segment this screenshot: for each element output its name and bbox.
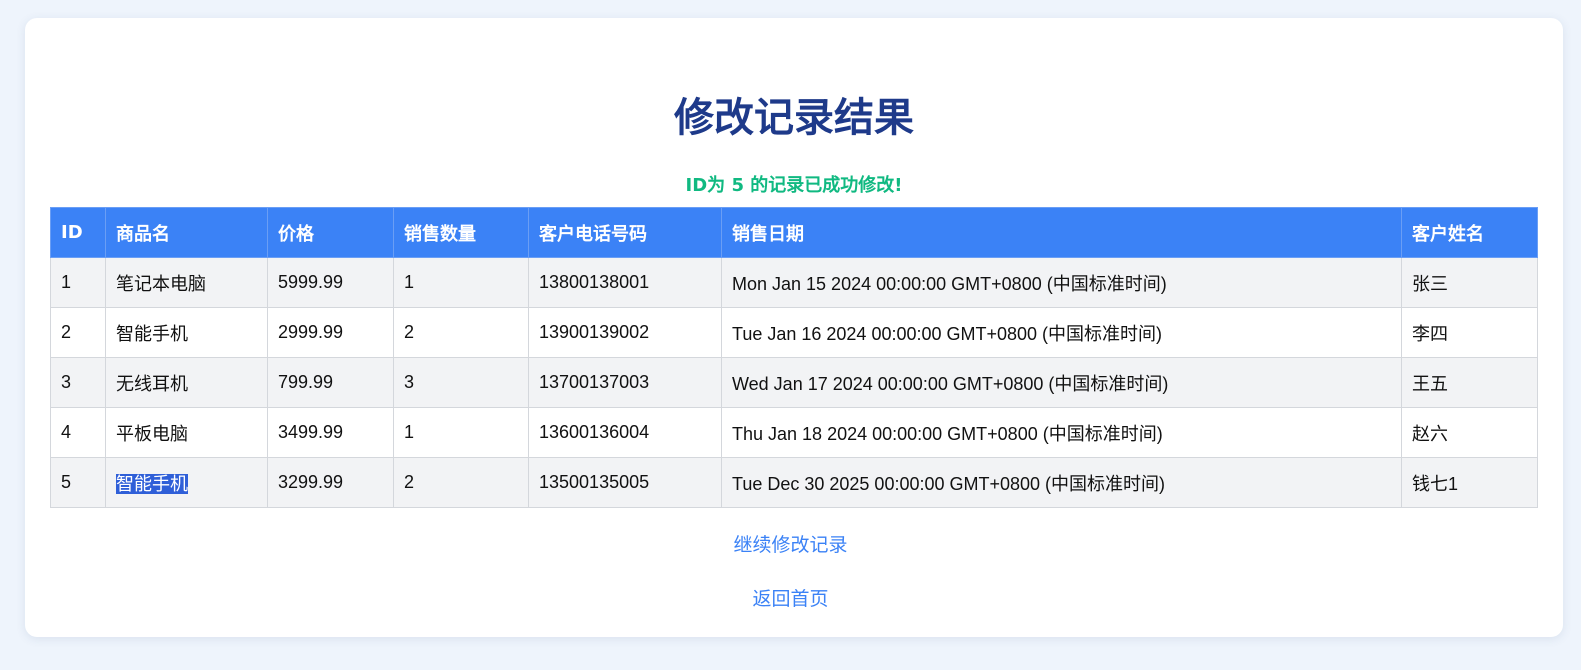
cell-product: 智能手机	[105, 307, 268, 358]
cell-date: Thu Jan 18 2024 00:00:00 GMT+0800 (中国标准时…	[721, 407, 1402, 458]
page-title: 修改记录结果	[674, 95, 914, 141]
cell-id: 3	[50, 357, 106, 408]
column-header-price: 价格	[267, 207, 394, 258]
table-row: 5 智能手机 3299.99 2 13500135005 Tue Dec 30 …	[50, 457, 1538, 508]
cell-quantity: 2	[393, 307, 529, 358]
table-row: 4 平板电脑 3499.99 1 13600136004 Thu Jan 18 …	[50, 407, 1538, 458]
cell-customer: 钱七1	[1401, 457, 1538, 508]
cell-quantity: 1	[393, 407, 529, 458]
column-header-id: ID	[50, 207, 106, 258]
cell-product: 智能手机	[105, 457, 268, 508]
cell-quantity: 1	[393, 257, 529, 308]
cell-phone: 13700137003	[528, 357, 722, 408]
cell-quantity: 2	[393, 457, 529, 508]
cell-customer: 张三	[1401, 257, 1538, 308]
cell-customer: 李四	[1401, 307, 1538, 358]
cell-price: 5999.99	[267, 257, 394, 308]
cell-quantity: 3	[393, 357, 529, 408]
back-home-label[interactable]: 返回首页	[752, 588, 828, 610]
column-header-customer: 客户姓名	[1401, 207, 1538, 258]
cell-phone: 13900139002	[528, 307, 722, 358]
continue-edit-link[interactable]: 继续修改记录	[0, 532, 1581, 558]
cell-date: Wed Jan 17 2024 00:00:00 GMT+0800 (中国标准时…	[721, 357, 1402, 408]
back-home-link[interactable]: 返回首页	[0, 586, 1581, 612]
cell-price: 3499.99	[267, 407, 394, 458]
cell-price: 2999.99	[267, 307, 394, 358]
cell-product: 无线耳机	[105, 357, 268, 408]
column-header-quantity: 销售数量	[393, 207, 529, 258]
cell-customer: 王五	[1401, 357, 1538, 408]
cell-price: 3299.99	[267, 457, 394, 508]
table-header-row: ID 商品名 价格 销售数量 客户电话号码 销售日期 客户姓名	[50, 207, 1538, 258]
cell-price: 799.99	[267, 357, 394, 408]
cell-product: 平板电脑	[105, 407, 268, 458]
cell-date: Tue Dec 30 2025 00:00:00 GMT+0800 (中国标准时…	[721, 457, 1402, 508]
table-row: 2 智能手机 2999.99 2 13900139002 Tue Jan 16 …	[50, 307, 1538, 358]
continue-edit-label[interactable]: 继续修改记录	[733, 534, 847, 556]
cell-id: 2	[50, 307, 106, 358]
column-header-product: 商品名	[105, 207, 268, 258]
cell-customer: 赵六	[1401, 407, 1538, 458]
column-header-phone: 客户电话号码	[528, 207, 722, 258]
table-row: 3 无线耳机 799.99 3 13700137003 Wed Jan 17 2…	[50, 357, 1538, 408]
column-header-date: 销售日期	[721, 207, 1402, 258]
records-table: ID 商品名 价格 销售数量 客户电话号码 销售日期 客户姓名 1 笔记本电脑 …	[50, 207, 1538, 508]
cell-id: 1	[50, 257, 106, 308]
selected-text: 智能手机	[116, 473, 188, 494]
table-row: 1 笔记本电脑 5999.99 1 13800138001 Mon Jan 15…	[50, 257, 1538, 308]
cell-date: Mon Jan 15 2024 00:00:00 GMT+0800 (中国标准时…	[721, 257, 1402, 308]
cell-phone: 13600136004	[528, 407, 722, 458]
cell-id: 4	[50, 407, 106, 458]
cell-id: 5	[50, 457, 106, 508]
cell-phone: 13800138001	[528, 257, 722, 308]
cell-phone: 13500135005	[528, 457, 722, 508]
cell-date: Tue Jan 16 2024 00:00:00 GMT+0800 (中国标准时…	[721, 307, 1402, 358]
success-message: ID为 5 的记录已成功修改!	[685, 175, 903, 196]
cell-product: 笔记本电脑	[105, 257, 268, 308]
